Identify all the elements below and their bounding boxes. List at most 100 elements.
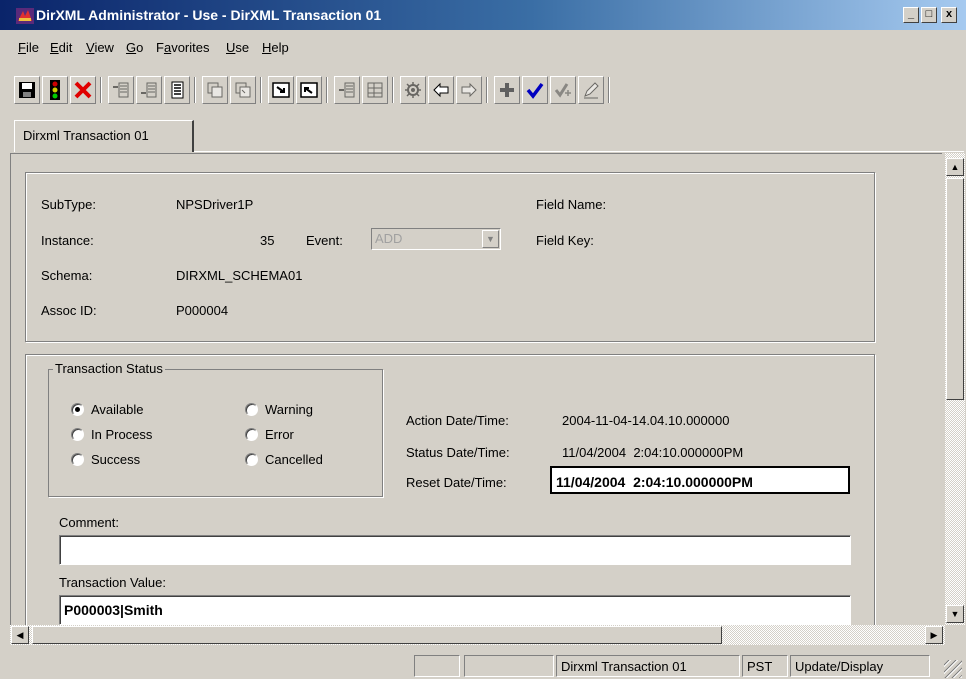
radio-available[interactable]: Available xyxy=(71,402,144,417)
vertical-scroll-thumb[interactable] xyxy=(946,178,964,400)
insert-row-button[interactable] xyxy=(108,76,134,104)
check-all-icon xyxy=(554,83,571,98)
radio-button[interactable] xyxy=(245,453,258,466)
schema-label: Schema: xyxy=(41,268,93,283)
radio-button[interactable] xyxy=(71,428,84,441)
insert-row-icon xyxy=(113,82,129,98)
scroll-up-button[interactable]: ▲ xyxy=(946,158,964,176)
process-button[interactable] xyxy=(400,76,426,104)
radio-cancelled[interactable]: Cancelled xyxy=(245,452,323,467)
instance-value: 35 xyxy=(260,233,275,248)
menu-favorites[interactable]: Favorites xyxy=(156,40,209,55)
menu-edit[interactable]: Edit xyxy=(50,40,72,55)
go-next-button[interactable] xyxy=(268,76,294,104)
status-light-button[interactable] xyxy=(42,76,68,104)
horizontal-scroll-thumb[interactable] xyxy=(32,626,722,644)
minimize-button[interactable]: _ xyxy=(903,7,919,23)
menu-go[interactable]: Go xyxy=(126,40,143,55)
transaction-status-group: Transaction Status Available In Process … xyxy=(48,361,383,497)
transaction-value-label: Transaction Value: xyxy=(59,575,166,590)
close-button[interactable]: x xyxy=(941,7,957,23)
field-key-label: Field Key: xyxy=(536,233,594,248)
radio-button-checked[interactable] xyxy=(71,403,84,416)
radio-available-label: Available xyxy=(91,402,144,417)
edit-button[interactable] xyxy=(578,76,604,104)
toolbar-separator xyxy=(326,77,328,103)
radio-error[interactable]: Error xyxy=(245,427,294,442)
insert-row-before-button[interactable] xyxy=(136,76,162,104)
radio-warning-label: Warning xyxy=(265,402,313,417)
header-frame: SubType: NPSDriver1P Instance: 35 Event:… xyxy=(25,172,875,342)
radio-success[interactable]: Success xyxy=(71,452,140,467)
tab-strip: Dirxml Transaction 01 xyxy=(14,118,964,154)
radio-button[interactable] xyxy=(245,403,258,416)
accept-button[interactable] xyxy=(522,76,548,104)
check-icon xyxy=(526,82,544,99)
radio-in-process[interactable]: In Process xyxy=(71,427,152,442)
toolbar-separator xyxy=(486,77,488,103)
insert-row-before-icon xyxy=(141,82,157,98)
form-content: SubType: NPSDriver1P Instance: 35 Event:… xyxy=(10,153,942,625)
resize-grip[interactable] xyxy=(944,660,962,678)
save-button[interactable] xyxy=(14,76,40,104)
go-previous-button[interactable] xyxy=(296,76,322,104)
radio-button[interactable] xyxy=(245,428,258,441)
restore-button[interactable]: □ xyxy=(921,7,937,23)
application-window: DirXML Administrator - Use - DirXML Tran… xyxy=(0,0,966,679)
radio-success-label: Success xyxy=(91,452,141,467)
copy-record-button[interactable] xyxy=(202,76,228,104)
forward-arrow-icon xyxy=(461,82,477,98)
transaction-value-input[interactable]: P000003|Smith xyxy=(59,595,851,625)
event-label: Event: xyxy=(306,233,343,248)
status-mode: Update/Display xyxy=(790,655,930,677)
reset-datetime-label: Reset Date/Time: xyxy=(406,475,507,490)
assoc-id-value: P000004 xyxy=(176,303,229,318)
radio-button[interactable] xyxy=(71,453,84,466)
status-panel-1 xyxy=(414,655,460,677)
action-datetime-label: Action Date/Time: xyxy=(406,413,509,428)
comment-input[interactable] xyxy=(59,535,851,565)
scroll-right-button[interactable]: ▶ xyxy=(925,626,943,644)
chevron-down-icon[interactable]: ▼ xyxy=(482,230,499,248)
event-select[interactable]: ADD ▼ xyxy=(371,228,501,250)
status-frame: Transaction Status Available In Process … xyxy=(25,354,875,625)
cancel-button[interactable] xyxy=(70,76,96,104)
subtype-label: SubType: xyxy=(41,197,96,212)
forward-button[interactable] xyxy=(456,76,482,104)
title-bar[interactable]: DirXML Administrator - Use - DirXML Tran… xyxy=(0,0,966,30)
horizontal-scrollbar[interactable]: ◀ ▶ xyxy=(10,625,945,645)
toolbar xyxy=(14,76,964,110)
back-button[interactable] xyxy=(428,76,454,104)
list-view-button[interactable] xyxy=(164,76,190,104)
menu-view[interactable]: View xyxy=(86,40,114,55)
status-timezone: PST xyxy=(742,655,788,677)
field-name-label: Field Name: xyxy=(536,197,607,212)
status-panel-2 xyxy=(464,655,554,677)
scroll-left-button[interactable]: ◀ xyxy=(11,626,29,644)
tab-dirxml-transaction-01[interactable]: Dirxml Transaction 01 xyxy=(14,120,194,152)
append-button[interactable] xyxy=(334,76,360,104)
reset-datetime-input[interactable]: 11/04/2004 2:04:10.000000PM xyxy=(550,466,850,494)
add-button[interactable] xyxy=(494,76,520,104)
edit-pencil-icon xyxy=(584,82,599,99)
menu-help[interactable]: Help xyxy=(262,40,289,55)
radio-cancelled-label: Cancelled xyxy=(265,452,323,467)
toolbar-separator xyxy=(392,77,394,103)
list-view-icon xyxy=(171,81,184,99)
radio-warning[interactable]: Warning xyxy=(245,402,313,417)
menu-use[interactable]: Use xyxy=(226,40,249,55)
menu-bar: File Edit View Go Favorites Use Help xyxy=(0,40,966,60)
subtype-value: NPSDriver1P xyxy=(176,197,254,212)
vertical-scrollbar[interactable]: ▲ ▼ xyxy=(945,153,965,625)
go-previous-icon xyxy=(300,82,318,98)
scroll-down-button[interactable]: ▼ xyxy=(946,605,964,623)
back-arrow-icon xyxy=(433,82,449,98)
menu-file[interactable]: File xyxy=(18,40,39,55)
grid-view-icon xyxy=(367,82,383,98)
event-select-value: ADD xyxy=(375,231,403,246)
paste-record-button[interactable] xyxy=(230,76,256,104)
accept-all-button[interactable] xyxy=(550,76,576,104)
comment-label: Comment: xyxy=(59,515,119,530)
grid-view-button[interactable] xyxy=(362,76,388,104)
status-page-name: Dirxml Transaction 01 xyxy=(556,655,740,677)
